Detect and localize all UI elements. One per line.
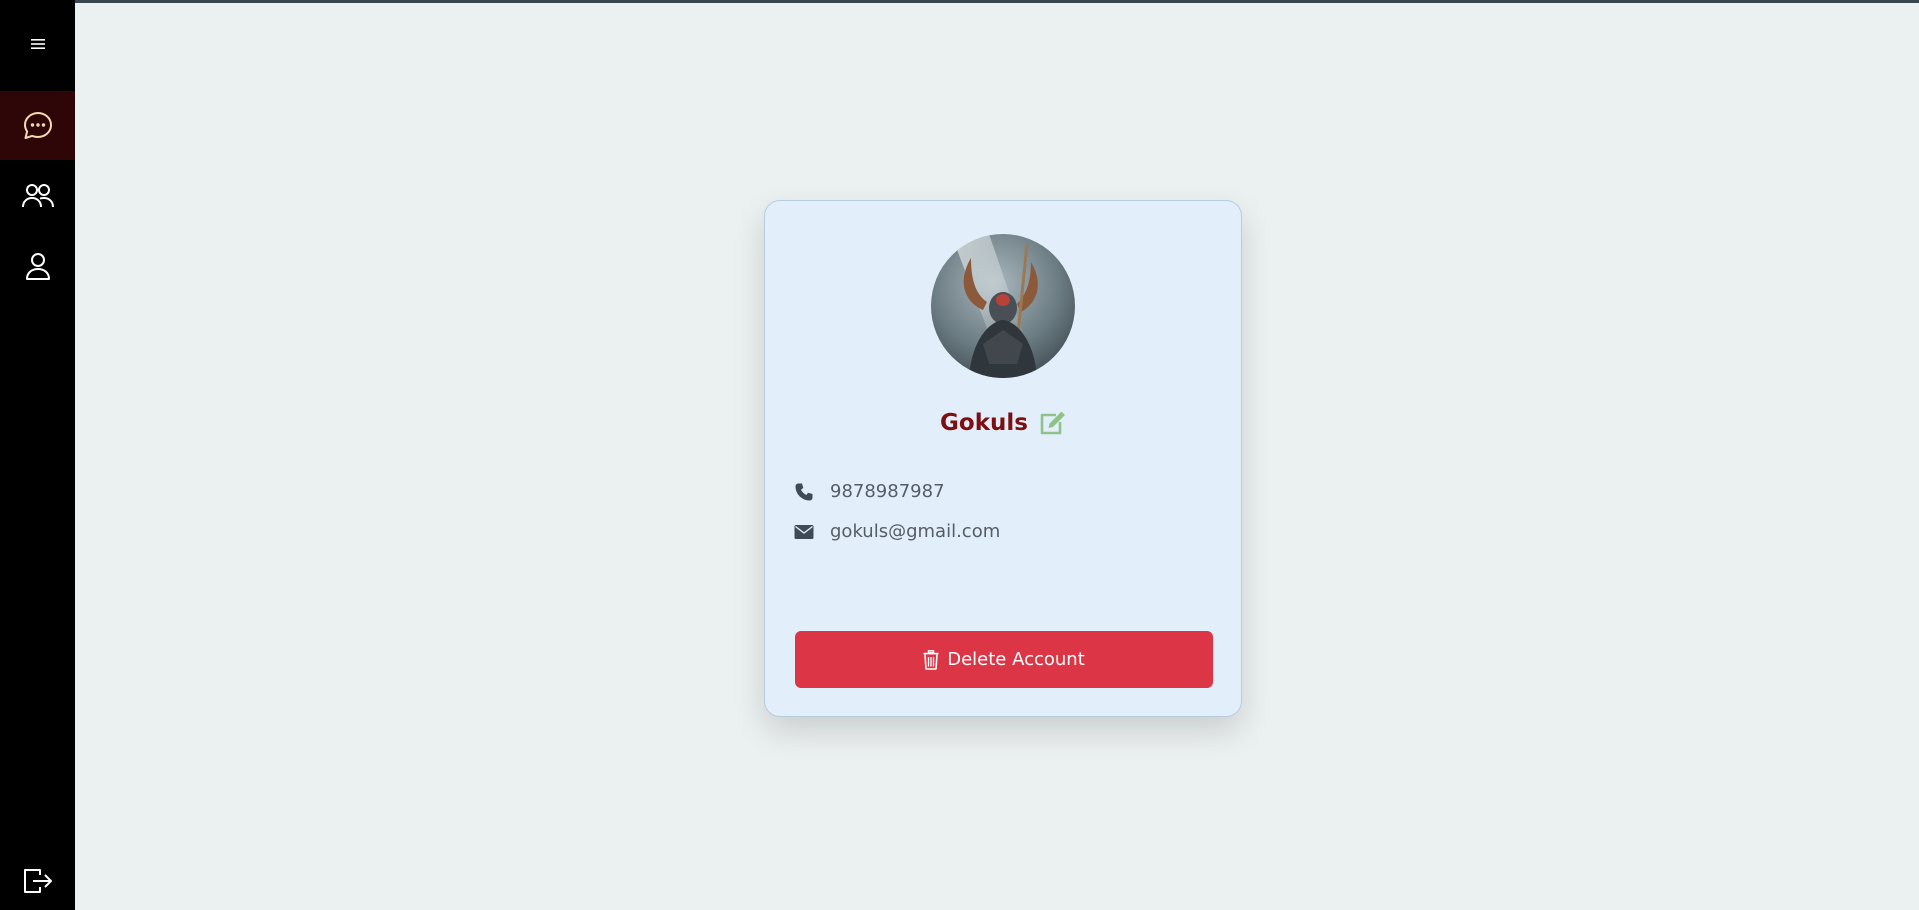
avatar-image — [931, 234, 1075, 378]
profile-card: Gokuls 9878987987 gokuls@gmail.com Delet… — [764, 200, 1242, 717]
envelope-icon — [794, 524, 814, 539]
email-row: gokuls@gmail.com — [793, 521, 1000, 542]
name-row: Gokuls — [765, 410, 1241, 436]
sidebar-item-chats[interactable] — [0, 91, 75, 160]
edit-icon — [1040, 411, 1065, 435]
sidebar-item-friends[interactable] — [0, 170, 75, 222]
phone-number: 9878987987 — [830, 481, 945, 502]
email-address: gokuls@gmail.com — [830, 521, 1001, 542]
edit-name-button[interactable] — [1038, 410, 1066, 436]
people-icon — [21, 184, 54, 208]
logout-button[interactable] — [0, 858, 75, 904]
logout-icon — [23, 869, 52, 893]
menu-button[interactable] — [0, 22, 75, 66]
top-border — [0, 0, 1919, 3]
phone-icon — [795, 483, 813, 500]
avatar — [931, 234, 1075, 378]
chat-icon — [23, 111, 52, 139]
delete-account-button[interactable]: Delete Account — [795, 631, 1213, 688]
hamburger-icon — [30, 39, 45, 49]
person-icon — [25, 253, 50, 280]
profile-name: Gokuls — [940, 410, 1028, 436]
trash-icon — [923, 649, 939, 670]
sidebar — [0, 0, 75, 910]
sidebar-item-profile[interactable] — [0, 240, 75, 292]
phone-row: 9878987987 — [793, 481, 945, 502]
delete-account-label: Delete Account — [947, 649, 1085, 670]
